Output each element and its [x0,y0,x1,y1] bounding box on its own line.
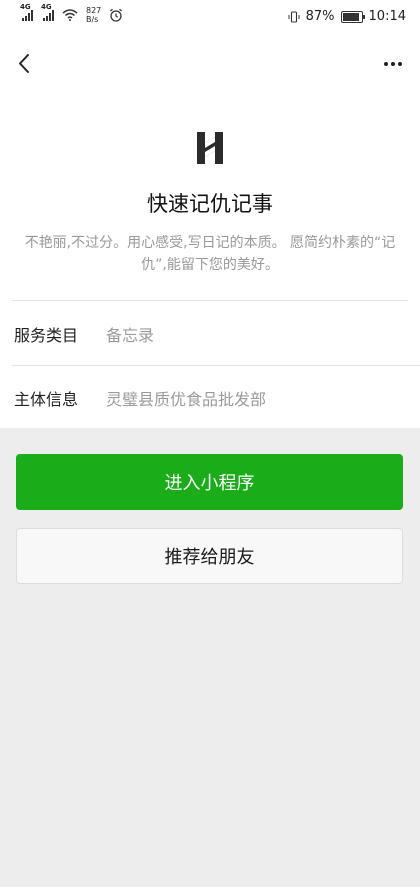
status-left: 4G 4G 827 B/s [20,3,123,24]
network-type-label: 4G [20,3,31,11]
nav-bar [0,36,420,92]
signal-icon-2: 4G [41,3,54,21]
network-speed-value: 827 [86,6,102,15]
info-label: 主体信息 [14,390,79,409]
status-right: 87% 10:14 [288,9,406,24]
more-dot-icon [398,62,402,66]
divider [12,365,420,366]
info-row-entity[interactable]: 主体信息 灵璧县质优食品批发部 [14,367,420,429]
vibrate-icon [288,10,300,23]
recommend-to-friend-button[interactable]: 推荐给朋友 [16,528,403,584]
alarm-clock-icon [110,8,123,22]
network-speed: 827 B/s [86,6,101,24]
app-name: 快速记仇记事 [147,192,273,216]
more-button[interactable] [380,52,406,76]
battery-icon [340,10,365,23]
profile-card: 快速记仇记事 不艳丽,不过分。用心感受,写日记的本质。 愿简约朴素的“记仇”,能… [0,92,420,428]
wifi-icon [62,9,78,21]
divider [12,300,408,301]
more-dot-icon [384,62,388,66]
info-label: 服务类目 [14,326,79,345]
more-dot-icon [391,62,395,66]
app-logo [197,132,223,164]
clock-time: 10:14 [368,9,406,24]
app-description: 不艳丽,不过分。用心感受,写日记的本质。 愿简约朴素的“记仇”,能留下您的美好。 [24,235,396,273]
status-bar: 4G 4G 827 B/s 87% 10:14 [0,0,420,36]
info-row-service-category: 服务类目 备忘录 [14,303,420,365]
info-value: 备忘录 [106,326,155,345]
info-value: 灵璧县质优食品批发部 [106,390,267,409]
network-speed-unit: B/s [86,15,99,24]
network-type-label-2: 4G [41,3,52,11]
battery-percent: 87% [305,9,335,24]
signal-icon: 4G [20,3,33,21]
enter-mini-program-button[interactable]: 进入小程序 [16,454,403,510]
back-button[interactable] [12,50,40,78]
chevron-left-icon [19,54,29,73]
